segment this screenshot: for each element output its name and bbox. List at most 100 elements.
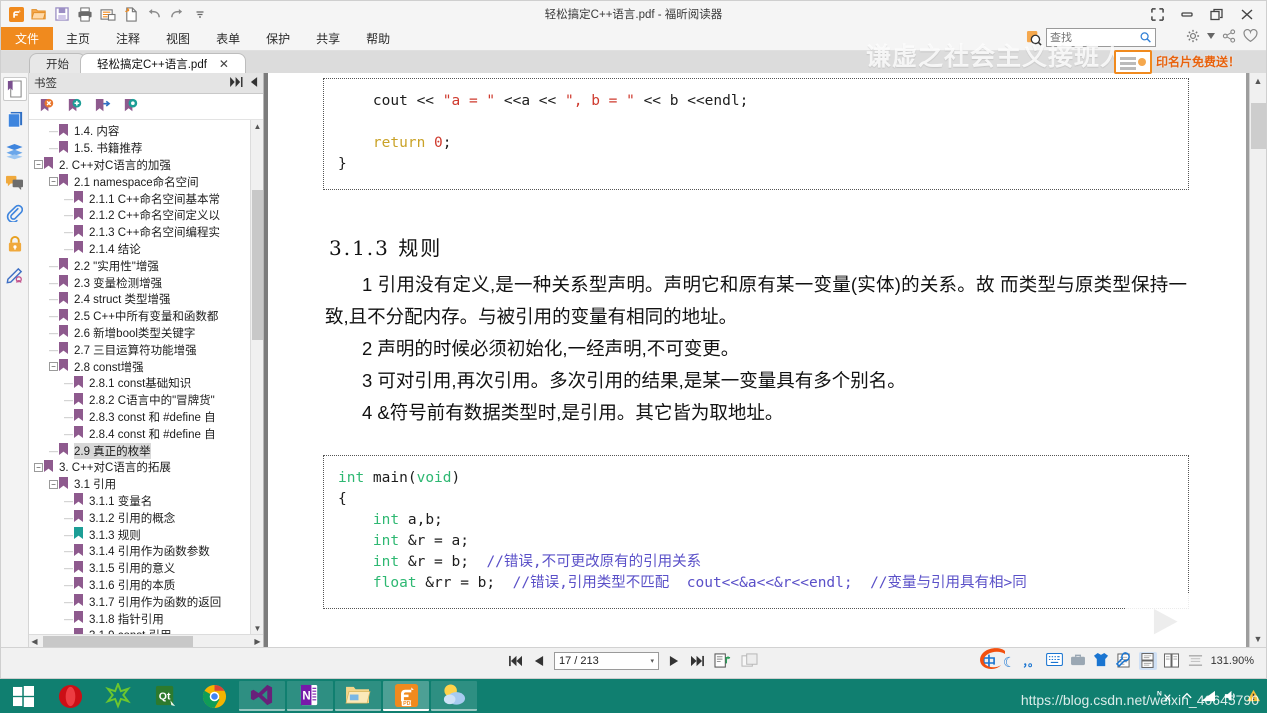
taskbar-item-visual-studio[interactable] — [239, 681, 285, 711]
bookmark-item[interactable]: − 3.1 引用 — [29, 476, 263, 493]
bookmark-item[interactable]: — 2.9 真正的枚举 — [29, 442, 263, 459]
taskbar-item-chrome[interactable] — [191, 681, 237, 711]
next-page-icon[interactable] — [666, 652, 682, 670]
fullscreen-button[interactable] — [1142, 2, 1172, 26]
bookmark-item[interactable]: — 2.1.1 C++命名空间基本常 — [29, 190, 263, 207]
taskbar-item-weather[interactable] — [431, 681, 477, 711]
save-icon[interactable] — [52, 4, 72, 24]
bookmark-item[interactable]: — 2.8.3 const 和 #define 自 — [29, 409, 263, 426]
bookmark-item[interactable]: —3.1.9 const 引用 — [29, 627, 263, 634]
bookmark-item[interactable]: — 1.4. 内容 — [29, 123, 263, 140]
close-button[interactable] — [1232, 2, 1262, 26]
attachments-panel-icon[interactable] — [3, 201, 27, 225]
tray-network-icon[interactable] — [1200, 689, 1216, 703]
taskbar-item-gimp[interactable] — [95, 681, 141, 711]
bookmark-item[interactable]: — 2.1.2 C++命名空间定义以 — [29, 207, 263, 224]
minimize-button[interactable] — [1172, 2, 1202, 26]
settings-icon[interactable] — [1186, 29, 1200, 43]
windows-start-icon[interactable] — [0, 679, 46, 713]
tray-onenote-clip-icon[interactable]: N — [1157, 688, 1174, 704]
bookmarks-hscroll-thumb[interactable] — [43, 636, 193, 647]
add-bookmark-icon[interactable] — [65, 98, 83, 116]
facing-page-view-icon[interactable] — [1163, 652, 1181, 670]
page-number-input[interactable]: 17 / 213 ▾ — [554, 651, 659, 670]
tray-show-hidden-icon[interactable] — [1181, 690, 1193, 702]
bookmark-item[interactable]: − 2. C++对C语言的加强 — [29, 157, 263, 174]
menu-file[interactable]: 文件 — [1, 27, 54, 50]
undo-icon[interactable] — [144, 4, 164, 24]
bookmark-item[interactable]: — 3.1.4 引用作为函数参数 — [29, 543, 263, 560]
taskbar-item-qt[interactable]: Qt — [143, 681, 189, 711]
tray-warning-icon[interactable] — [1246, 689, 1261, 703]
bookmark-item[interactable]: — 2.6 新增bool类型关键字 — [29, 325, 263, 342]
last-page-icon[interactable] — [689, 652, 705, 670]
bookmark-item[interactable]: − 2.8 const增强 — [29, 358, 263, 375]
print-icon[interactable] — [75, 4, 95, 24]
first-page-icon[interactable] — [508, 652, 524, 670]
menu-protect[interactable]: 保护 — [253, 27, 303, 50]
tab-document[interactable]: 轻松搞定C++语言.pdf ✕ — [80, 53, 246, 73]
menu-view[interactable]: 视图 — [153, 27, 203, 50]
taskbar-item-onenote[interactable]: N — [287, 681, 333, 711]
delete-bookmark-icon[interactable] — [37, 98, 55, 116]
bookmark-item[interactable]: — 3.1.1 变量名 — [29, 493, 263, 510]
menu-help[interactable]: 帮助 — [353, 27, 403, 50]
bookmarks-panel-icon[interactable] — [2, 77, 27, 101]
signature-panel-icon[interactable] — [3, 263, 27, 287]
bookmarks-hscrollbar[interactable]: ◀ ▶ — [29, 634, 263, 647]
maximize-restore-button[interactable] — [1202, 2, 1232, 26]
customize-qat-icon[interactable] — [190, 4, 210, 24]
comments-panel-icon[interactable] — [3, 170, 27, 194]
bookmark-item[interactable]: — 3.1.6 引用的本质 — [29, 577, 263, 594]
rotate-view-icon[interactable] — [739, 652, 759, 670]
zoom-level[interactable]: 131.90% — [1211, 655, 1254, 667]
bookmarks-vscrollbar[interactable]: ▲ ▼ — [250, 120, 263, 634]
bookmark-item[interactable]: — 2.3 变量检测增强 — [29, 274, 263, 291]
bookmarks-scroll-down-icon[interactable]: ▼ — [252, 622, 263, 634]
open-file-icon[interactable] — [29, 4, 49, 24]
bookmark-item[interactable]: — 2.8.4 const 和 #define 自 — [29, 425, 263, 442]
document-viewport[interactable]: cout << "a = " <<a << ", b = " << b <<en… — [264, 73, 1266, 647]
search-box[interactable] — [1046, 28, 1156, 47]
split-view-icon[interactable] — [1187, 652, 1205, 670]
search-input[interactable] — [1050, 31, 1141, 44]
redo-icon[interactable] — [167, 4, 187, 24]
prev-page-icon[interactable] — [531, 652, 547, 670]
security-panel-icon[interactable] — [3, 232, 27, 256]
single-page-view-icon[interactable] — [1115, 652, 1133, 670]
promo-banner[interactable]: 印名片免费送！ — [1114, 48, 1264, 75]
bookmark-item[interactable]: — 3.1.2 引用的概念 — [29, 509, 263, 526]
edit-bookmark-icon[interactable] — [121, 98, 139, 116]
bookmark-item[interactable]: — 2.8.1 const基础知识 — [29, 375, 263, 392]
share-icon[interactable] — [1222, 29, 1236, 43]
search-icon[interactable] — [1140, 31, 1152, 44]
page-dropdown-icon[interactable]: ▾ — [650, 657, 654, 665]
bookmark-item[interactable]: − 2.1 namespace命名空间 — [29, 173, 263, 190]
collapse-node-icon[interactable]: − — [48, 176, 59, 187]
bookmark-item[interactable]: — 2.5 C++中所有变量和函数都 — [29, 308, 263, 325]
expand-all-icon[interactable] — [230, 76, 243, 90]
layers-panel-icon[interactable] — [3, 139, 27, 163]
new-from-file-icon[interactable] — [121, 4, 141, 24]
doc-scroll-down-icon[interactable]: ▼ — [1250, 631, 1266, 647]
bookmark-item[interactable]: — 2.2 "实用性"增强 — [29, 257, 263, 274]
bookmark-item[interactable]: — 3.1.7 引用作为函数的返回 — [29, 593, 263, 610]
collapse-node-icon[interactable]: − — [33, 159, 44, 170]
bookmark-item[interactable]: — 2.8.2 C语言中的"冒牌货" — [29, 392, 263, 409]
bookmark-item[interactable]: — 2.1.3 C++命名空间编程实 — [29, 224, 263, 241]
bookmark-item[interactable]: — 3.1.3 规则 — [29, 526, 263, 543]
collapse-node-icon[interactable]: − — [48, 361, 59, 372]
bookmarks-tree[interactable]: —1.4. 内容 —1.5. 书籍推荐 −2. C++对C语言的加强 −2.1 nam… — [29, 120, 263, 634]
tab-start[interactable]: 开始 — [29, 53, 86, 73]
taskbar-item-file-explorer[interactable] — [335, 681, 381, 711]
menu-form[interactable]: 表单 — [203, 27, 253, 50]
bookmark-item[interactable]: — 3.1.5 引用的意义 — [29, 560, 263, 577]
tray-volume-icon[interactable] — [1223, 689, 1239, 703]
bookmark-item[interactable]: — 1.5. 书籍推荐 — [29, 140, 263, 157]
bookmarks-scroll-thumb[interactable] — [252, 190, 263, 340]
favorite-icon[interactable] — [1243, 29, 1258, 43]
bookmark-item[interactable]: — 2.7 三目运算符功能增强 — [29, 341, 263, 358]
bookmarks-scroll-up-icon[interactable]: ▲ — [252, 120, 263, 132]
settings-dropdown-icon[interactable] — [1207, 33, 1215, 39]
taskbar-item-foxit-reader[interactable]: PDF — [383, 681, 429, 711]
